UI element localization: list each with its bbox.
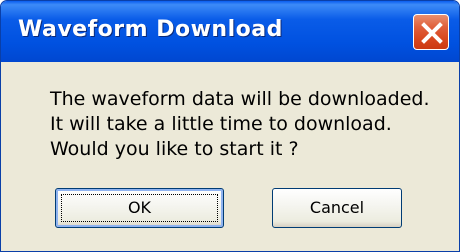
ok-button[interactable]: OK [55,188,224,228]
cancel-button-label: Cancel [309,198,365,217]
dialog-body: The waveform data will be downloaded. It… [4,62,456,248]
message-line: Would you like to start it ? [50,138,299,160]
close-button[interactable] [413,14,449,50]
dialog-window: Waveform Download The waveform data will… [0,0,460,252]
ok-button-label: OK [127,198,152,217]
dialog-message: The waveform data will be downloaded. It… [50,87,430,162]
window-title: Waveform Download [18,17,283,42]
cancel-button[interactable]: Cancel [272,188,402,228]
title-bar[interactable]: Waveform Download [1,1,459,62]
message-line: The waveform data will be downloaded. [50,88,430,110]
close-icon [421,22,443,44]
message-line: It will take a little time to download. [50,113,392,135]
